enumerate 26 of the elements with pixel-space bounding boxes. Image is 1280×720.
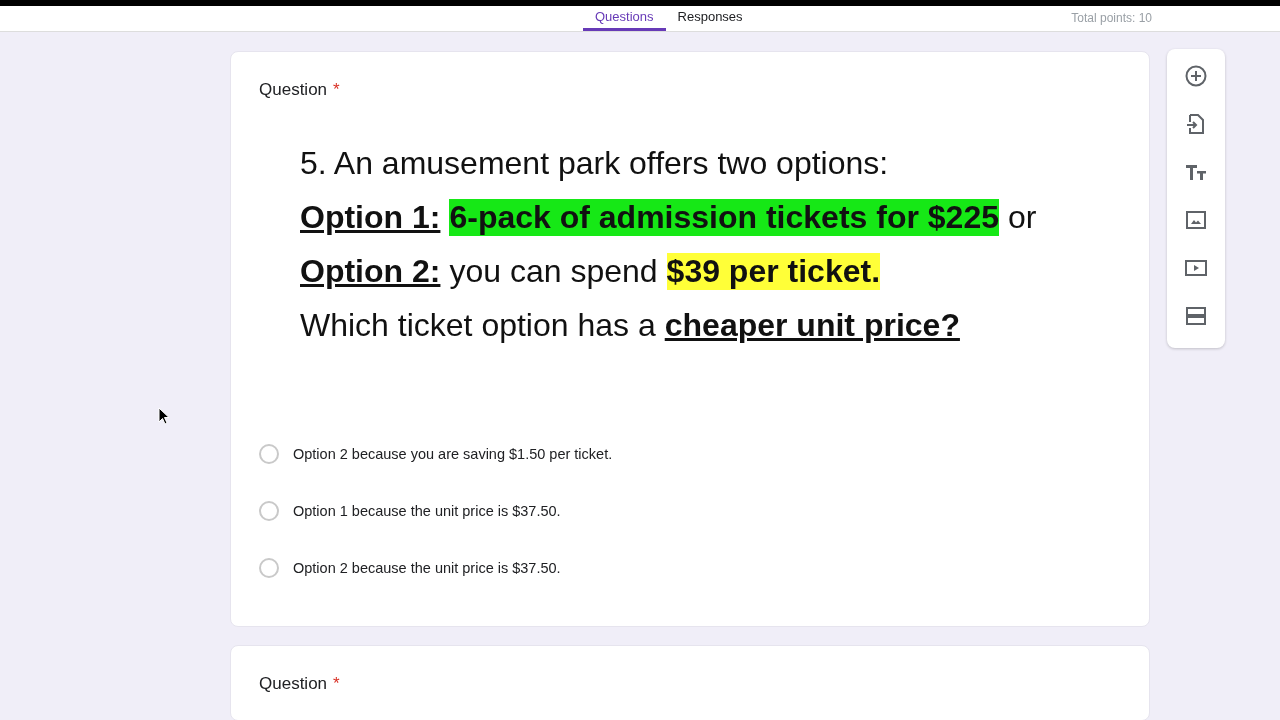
- total-points: Total points: 10: [1071, 11, 1152, 27]
- radio-button[interactable]: [259, 444, 279, 464]
- question-text: 5. An amusement park offers two options:: [300, 144, 889, 182]
- tab[interactable]: Responses: [665, 9, 755, 31]
- question-text: you can spend: [449, 252, 658, 290]
- radio-button[interactable]: [259, 558, 279, 578]
- image-icon[interactable]: [1184, 208, 1208, 232]
- question-text: Option 2:: [300, 252, 441, 290]
- question-label: Question: [259, 674, 328, 694]
- option-label[interactable]: Option 2 because you are saving $1.50 per ticket.: [293, 446, 613, 462]
- question-text: Option 1:: [300, 198, 441, 236]
- required-mark: *: [333, 674, 340, 694]
- add-icon[interactable]: [1184, 64, 1208, 88]
- required-mark: *: [333, 80, 340, 100]
- section-icon[interactable]: [1184, 304, 1208, 328]
- option-label[interactable]: Option 2 because the unit price is $37.50.: [293, 560, 561, 576]
- question-text: or: [1007, 198, 1037, 236]
- option-label[interactable]: Option 1 because the unit price is $37.50.: [293, 503, 561, 519]
- tab[interactable]: Questions: [583, 9, 666, 31]
- question-text: $39 per ticket.: [666, 252, 881, 290]
- cursor-icon: [158, 407, 170, 425]
- question-text: Which ticket option has a: [300, 306, 656, 344]
- question-text: 6-pack of admission tickets for $225: [449, 198, 999, 236]
- question-label: Question: [259, 80, 328, 100]
- radio-button[interactable]: [259, 501, 279, 521]
- question-text: cheaper unit price?: [664, 306, 960, 344]
